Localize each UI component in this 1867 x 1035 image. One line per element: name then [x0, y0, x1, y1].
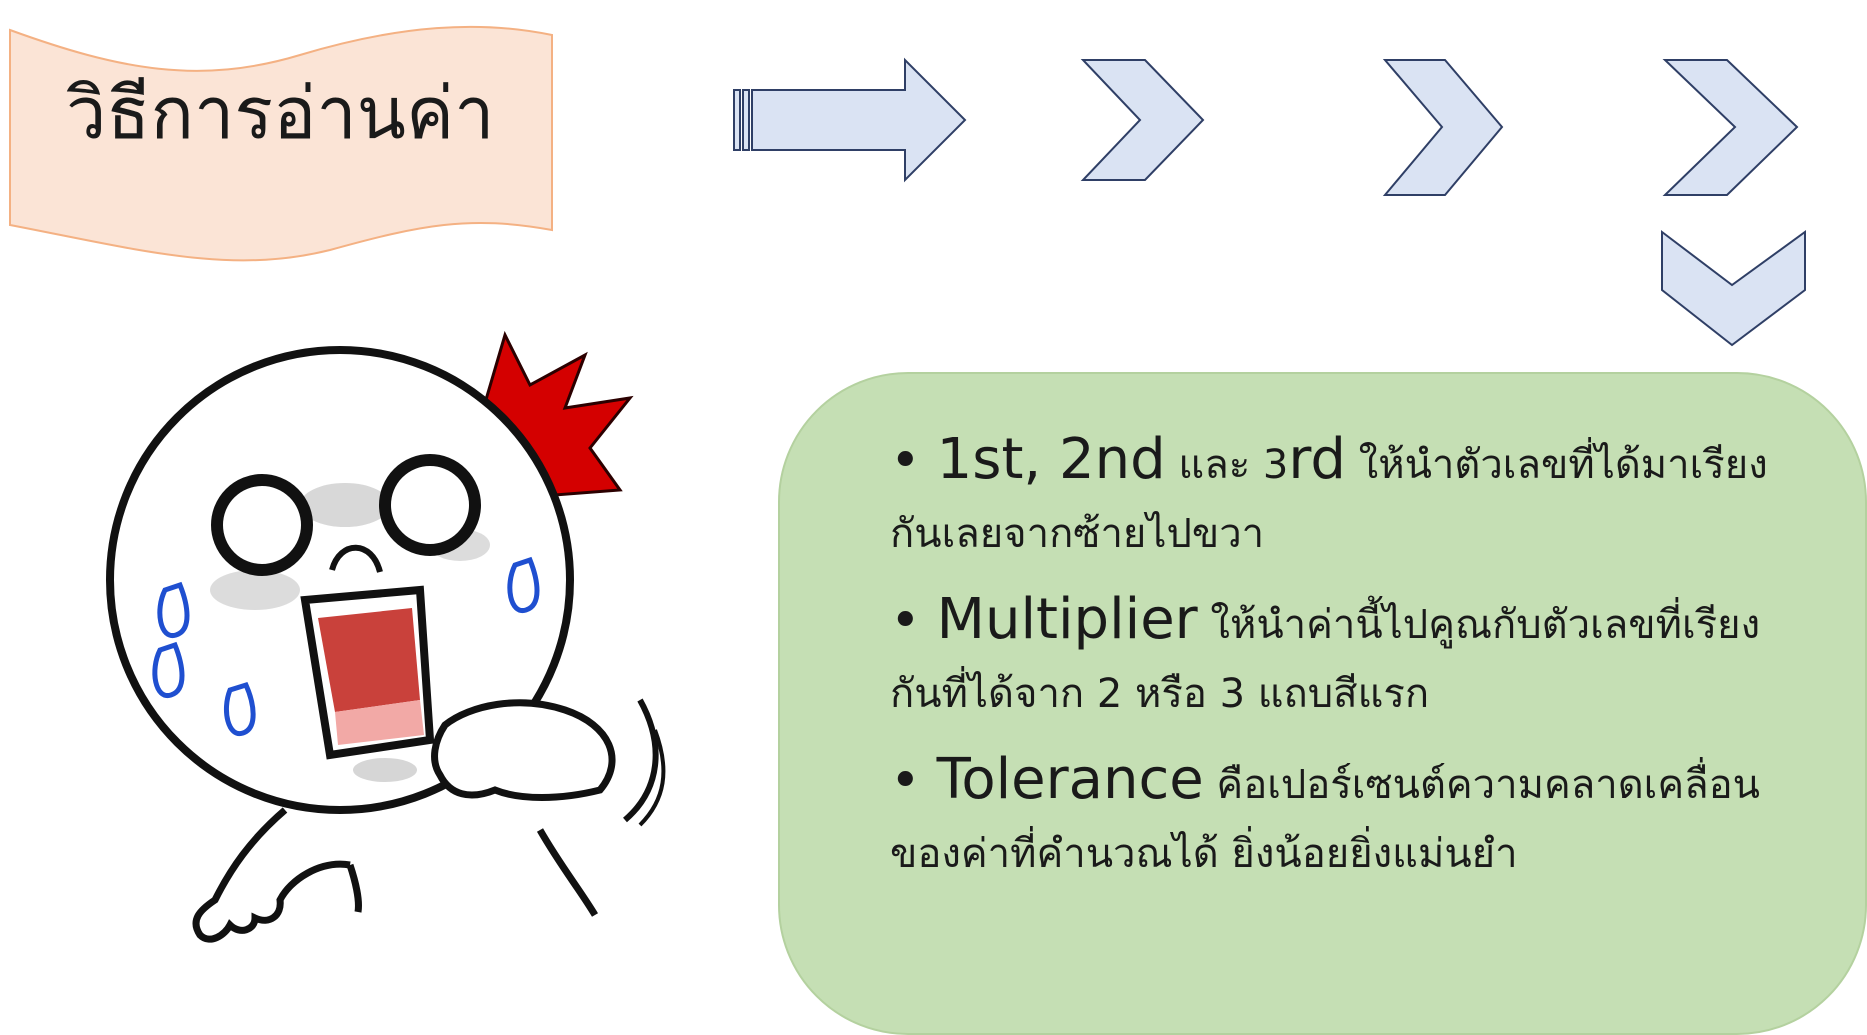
chevron-right-icon: [1080, 59, 1205, 181]
shocked-cartoon-character: [106, 330, 666, 943]
bullet-text-continued: กันที่ได้จาก 2 หรือ 3 แถบสีแรก: [890, 671, 1430, 717]
bullet-1st-2nd-3rd: • 1st, 2nd และ 3rd ให้นำตัวเลขที่ได้มาเรี…: [890, 422, 1820, 570]
right-eye: [379, 454, 481, 556]
bullet-term: Multiplier: [936, 587, 1198, 652]
bullet-text: คือเปอร์เซนต์ความคลาดเคลื่อน: [1203, 762, 1760, 808]
chevron-right-icon: [1662, 59, 1799, 196]
open-mouth: [300, 585, 435, 760]
left-eye: [211, 474, 313, 576]
bullet-term-suffix: rd: [1288, 427, 1346, 492]
bullet-dot: •: [890, 591, 921, 651]
bullet-connector: และ 3: [1165, 442, 1289, 488]
hand: [431, 699, 616, 801]
bullet-text-continued: กันเลยจากซ้ายไปขวา: [890, 511, 1265, 557]
bullet-text: ให้นำตัวเลขที่ได้มาเรียง: [1345, 442, 1768, 488]
bullet-dot: •: [890, 751, 921, 811]
bullet-text-continued: ของค่าที่คำนวณได้ ยิ่งน้อยยิ่งแม่นยำ: [890, 831, 1518, 877]
chevron-down-icon: [1661, 229, 1806, 347]
chevron-right-icon: [1382, 59, 1504, 196]
bullet-term: 1st, 2nd: [936, 427, 1166, 492]
bullet-multiplier: • Multiplier ให้นำค่านี้ไปคูณกับตัวเลขที่…: [890, 582, 1820, 730]
bullet-term: Tolerance: [936, 747, 1204, 812]
block-arrow-right-icon: [733, 57, 967, 183]
bullet-text: ให้นำค่านี้ไปคูณกับตัวเลขที่เรียง: [1197, 602, 1761, 648]
bullet-tolerance: • Tolerance คือเปอร์เซนต์ความคลาดเคลื่อน …: [890, 742, 1820, 890]
bullet-dot: •: [890, 431, 921, 491]
